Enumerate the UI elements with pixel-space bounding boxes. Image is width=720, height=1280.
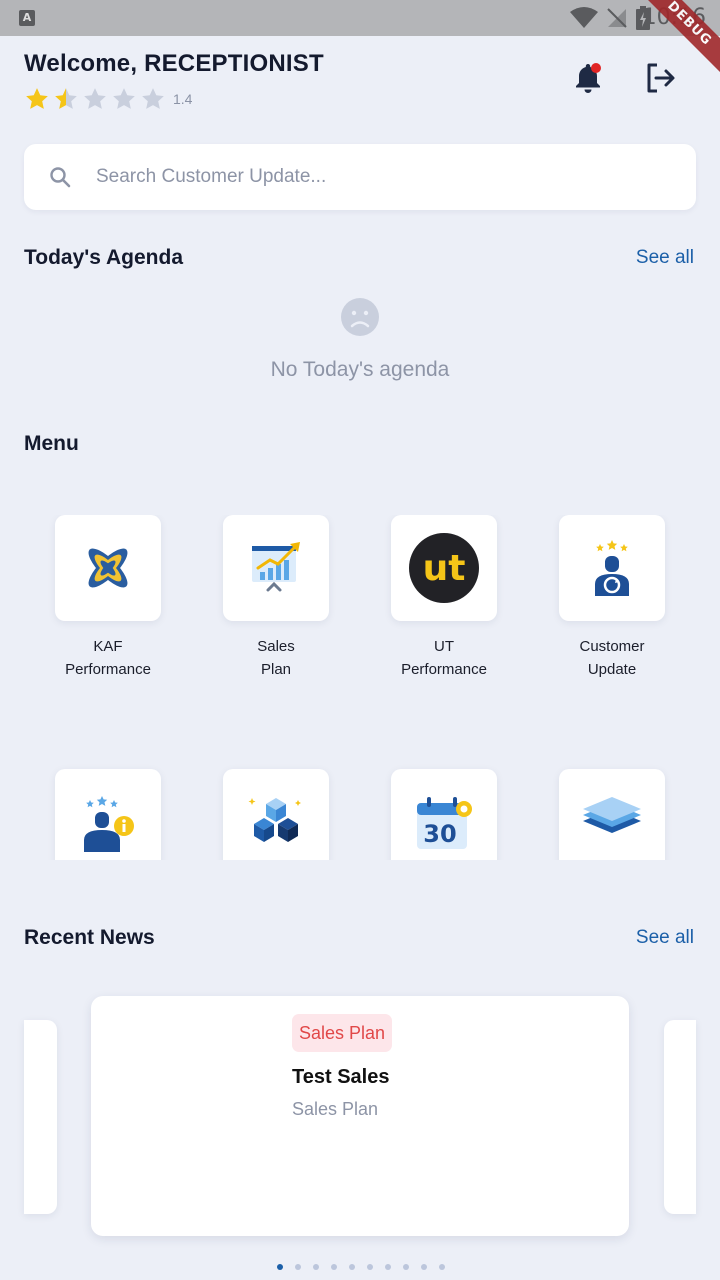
rating-value: 1.4 [173, 91, 193, 107]
carousel-indicator [0, 1264, 720, 1270]
customer-update-icon [595, 540, 629, 596]
news-card-next[interactable] [664, 1020, 696, 1214]
star-empty-icon [142, 88, 164, 109]
customer-info-icon [84, 796, 134, 852]
search-icon [50, 167, 71, 188]
calendar-day-text: 30 [423, 820, 456, 848]
menu-tile[interactable]: ut [391, 515, 497, 621]
menu-tile[interactable] [223, 515, 329, 621]
star-empty-icon [84, 88, 106, 109]
star-full-icon [26, 88, 48, 109]
ut-logo-icon: ut [409, 533, 479, 603]
news-category-badge: Sales Plan [292, 1014, 393, 1052]
menu-label: Sales Plan [257, 638, 295, 678]
cubes-icon [248, 798, 301, 842]
wifi-icon [570, 7, 598, 28]
search-input[interactable] [96, 166, 656, 188]
menu-tile[interactable] [55, 769, 161, 860]
sad-face-icon [341, 298, 379, 336]
menu-item-customer-update[interactable]: Customer Update [528, 515, 696, 681]
news-card-prev[interactable] [24, 1020, 57, 1214]
menu-item-kaf-performance[interactable]: KAF Performance [24, 515, 192, 681]
star-empty-icon [113, 88, 135, 109]
carousel-dot[interactable] [403, 1264, 409, 1270]
logout-icon[interactable] [642, 60, 678, 96]
agenda-see-all-link[interactable]: See all [636, 247, 694, 269]
menu-label: KAF Performance [65, 638, 151, 678]
menu-label: UT Performance [401, 638, 487, 678]
menu-tile[interactable] [559, 515, 665, 621]
menu-item-customer-info[interactable] [24, 769, 192, 860]
news-card-title: Test Sales [292, 1066, 390, 1088]
news-title: Recent News [24, 926, 155, 949]
menu-grid: KAF Performance Sales Plan ut UT Perform… [0, 515, 720, 860]
notification-a-icon: A [19, 10, 35, 26]
menu-item-ut-performance[interactable]: ut UT Performance [360, 515, 528, 681]
no-signal-icon [607, 8, 627, 28]
welcome-title: Welcome, RECEPTIONIST [24, 50, 324, 77]
menu-tile[interactable] [559, 769, 665, 860]
kaf-logo-icon [88, 548, 128, 588]
carousel-dot[interactable] [313, 1264, 319, 1270]
carousel-dot[interactable] [277, 1264, 283, 1270]
menu-tile[interactable] [223, 769, 329, 860]
layers-icon [583, 797, 641, 833]
news-see-all-link[interactable]: See all [636, 927, 694, 949]
menu-item-sales-plan[interactable]: Sales Plan [192, 515, 360, 681]
menu-label: Customer Update [579, 638, 645, 678]
news-card[interactable]: Sales Plan Test Sales Sales Plan [91, 996, 629, 1236]
carousel-dot[interactable] [295, 1264, 301, 1270]
carousel-dot[interactable] [349, 1264, 355, 1270]
carousel-dot[interactable] [439, 1264, 445, 1270]
menu-title: Menu [24, 432, 79, 455]
status-bar: A 10:16 DEBUG [0, 0, 720, 79]
sales-chart-icon [252, 542, 300, 592]
menu-tile[interactable] [55, 515, 161, 621]
carousel-dot[interactable] [331, 1264, 337, 1270]
rating-stars: 1.4 [24, 86, 192, 112]
menu-item-calendar[interactable]: 30 [360, 769, 528, 860]
agenda-empty-text: No Today's agenda [270, 358, 450, 381]
ut-logo-text: ut [423, 548, 466, 589]
status-icons [570, 6, 650, 30]
carousel-dot[interactable] [385, 1264, 391, 1270]
agenda-title: Today's Agenda [24, 246, 184, 269]
carousel-dot[interactable] [367, 1264, 373, 1270]
carousel-dot[interactable] [421, 1264, 427, 1270]
star-half-icon [55, 88, 77, 109]
calendar-30-icon: 30 [417, 797, 472, 849]
menu-item-layers[interactable] [528, 769, 696, 860]
news-card-subtitle: Sales Plan [292, 1099, 379, 1119]
menu-tile[interactable]: 30 [391, 769, 497, 860]
notification-bell-icon[interactable] [570, 60, 606, 96]
search-bar[interactable] [24, 144, 696, 210]
menu-item-cubes[interactable] [192, 769, 360, 860]
